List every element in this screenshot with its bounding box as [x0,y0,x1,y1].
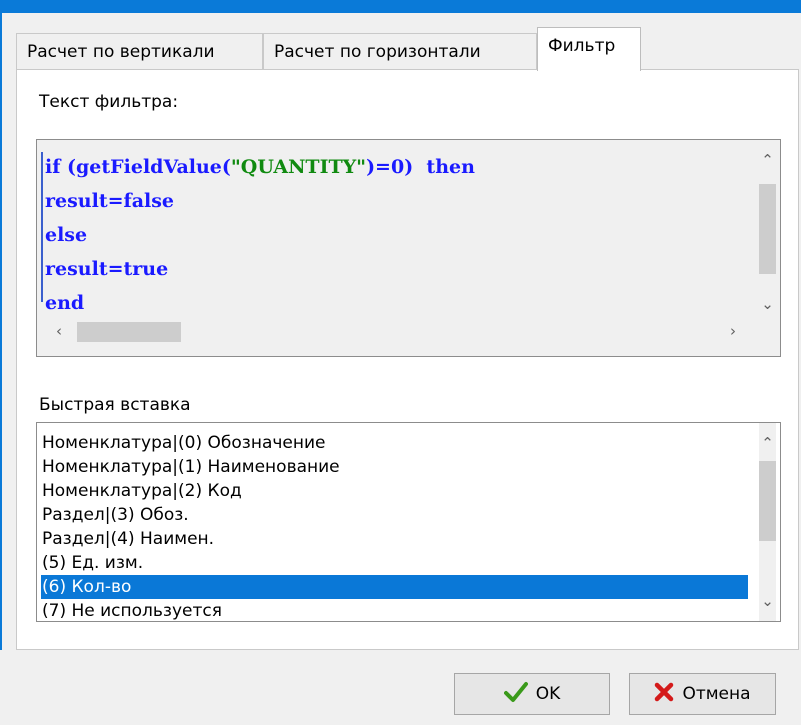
tab-filter[interactable]: Фильтр [537,27,641,71]
scroll-down-icon[interactable]: ⌄ [759,593,776,609]
list-item[interactable]: Раздел|(4) Наимен. [41,527,748,551]
code-area[interactable]: if (getFieldValue("QUANTITY")=0) then re… [45,150,745,320]
scroll-right-icon[interactable]: › [725,323,741,339]
tab-label: Фильтр [548,36,616,56]
cancel-button-label: Отмена [682,684,751,704]
window-titlebar [0,0,801,13]
filter-text-label: Текст фильтра: [39,92,179,112]
window-border [0,13,2,725]
text-caret [41,152,43,302]
list-item[interactable]: Номенклатура|(0) Обозначение [41,431,748,455]
code-line: result=true [45,258,169,280]
tab-horizontal-calc[interactable]: Расчет по горизонтали [263,33,537,70]
quick-insert-list[interactable]: Номенклатура|(0) Обозначение Номенклатур… [36,422,781,622]
scroll-thumb[interactable] [759,184,776,274]
scroll-left-icon[interactable]: ‹ [51,323,67,339]
checkmark-icon [503,681,528,708]
code-line: if (getFieldValue("QUANTITY")=0) then [45,150,745,184]
ok-button[interactable]: OK [454,673,610,715]
list-item[interactable]: Номенклатура|(2) Код [41,479,748,503]
tab-vertical-calc[interactable]: Расчет по вертикали [16,33,263,70]
scroll-up-icon[interactable]: ⌃ [759,152,776,168]
tab-label: Расчет по вертикали [27,42,215,62]
quick-insert-label: Быстрая вставка [39,395,191,415]
close-icon [654,682,674,707]
code-line: result=false [45,190,175,212]
code-token: if [45,156,61,178]
cancel-button[interactable]: Отмена [629,673,776,715]
code-token: (getFieldValue( [60,156,231,178]
scroll-thumb[interactable] [77,322,181,342]
filter-code-editor[interactable]: if (getFieldValue("QUANTITY")=0) then re… [36,139,781,357]
tab-label: Расчет по горизонтали [274,42,481,62]
list-item[interactable]: Раздел|(3) Обоз. [41,503,748,527]
scroll-thumb[interactable] [759,461,776,541]
scroll-up-icon[interactable]: ⌃ [759,435,776,451]
ok-button-label: OK [535,684,561,704]
code-string: "QUANTITY" [230,156,367,178]
list-vertical-scrollbar[interactable]: ⌃ ⌄ [759,423,776,621]
code-line: end [45,292,85,314]
scroll-down-icon[interactable]: ⌄ [759,296,776,312]
list-item[interactable]: Номенклатура|(1) Наименование [41,455,748,479]
list-item-selected[interactable]: (6) Кол-во [41,575,748,599]
editor-horizontal-scrollbar[interactable]: ‹ › [41,318,759,344]
code-line: else [45,224,88,246]
list-item[interactable]: (5) Ед. изм. [41,551,748,575]
list-item[interactable]: (7) Не используется [41,599,748,621]
code-token: )=0) [366,156,414,178]
editor-vertical-scrollbar[interactable]: ⌃ ⌄ [759,144,776,318]
code-token: then [413,156,475,178]
